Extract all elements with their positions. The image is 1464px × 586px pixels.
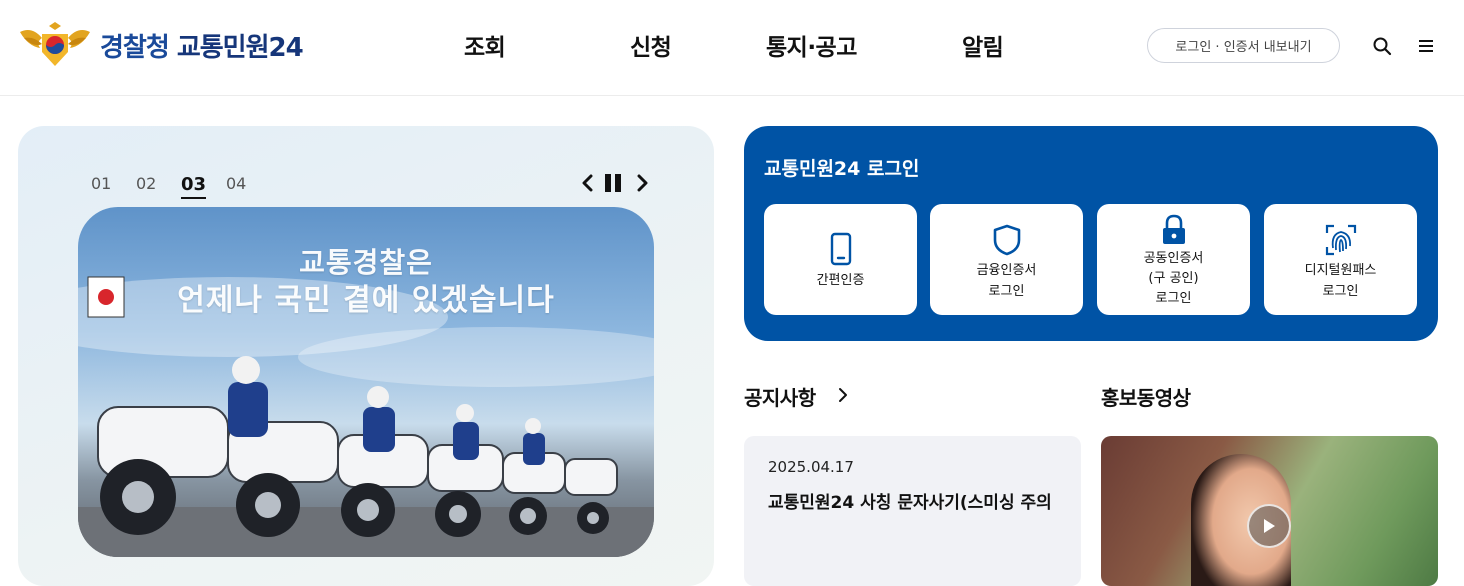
fingerprint-icon [1325,224,1356,256]
nav-item-inquiry[interactable]: 조회 [464,28,506,62]
nav-item-notice-announce[interactable]: 통지·공고 [766,28,857,62]
banner-image-traffic-police[interactable]: 교통경찰은 언제나 국민 곁에 있겠습니다 [78,207,654,557]
smartphone-icon [830,232,851,266]
chevron-right-icon[interactable] [836,386,854,406]
notice-list-item[interactable]: 2025.04.17 교통민원24 사칭 문자사기(스미싱 주의 [744,436,1081,586]
login-cert-export-button[interactable]: 로그인 · 인증서 내보내기 [1147,28,1340,63]
chevron-left-icon[interactable] [576,170,598,196]
site-header: 경찰청 교통민원24 조회 신청 통지·공고 알림 로그인 · 인증서 내보내기 [0,0,1464,96]
digital-onepass-label: 디지털원패스 로그인 [1304,263,1377,299]
simple-auth-login-button[interactable]: 간편인증 [764,204,917,315]
slide-tab-01[interactable]: 01 [91,174,136,195]
video-section-title: 홍보동영상 [1101,386,1191,410]
financial-cert-login-button[interactable]: 금융인증서 로그인 [930,204,1083,315]
slide-controls [576,170,656,196]
simple-auth-label: 간편인증 [816,273,865,288]
slide-tab-02[interactable]: 02 [136,174,181,195]
notice-title: 교통민원24 사칭 문자사기(스미싱 주의 [768,493,1052,513]
notice-section-title[interactable]: 공지사항 [744,382,816,411]
hamburger-menu-icon[interactable] [1414,34,1438,58]
notice-date: 2025.04.17 [768,458,854,476]
pause-icon[interactable] [602,170,624,196]
search-icon[interactable] [1370,34,1394,58]
login-panel: 교통민원24 로그인 간편인증 금융인증서 로그인 공동인증서 (구 공인) 로… [744,126,1438,341]
play-icon[interactable] [1247,504,1291,548]
joint-cert-label: 공동인증서 (구 공인) 로그인 [1143,251,1204,306]
financial-cert-label: 금융인증서 로그인 [976,263,1037,299]
slide-pagination: 01 02 03 04 [91,174,271,199]
nav-item-alerts[interactable]: 알림 [962,28,1004,62]
login-panel-title: 교통민원24 로그인 [764,158,920,180]
banner-headline-2: 언제나 국민 곁에 있겠습니다 [177,283,555,318]
digital-onepass-login-button[interactable]: 디지털원패스 로그인 [1264,204,1417,315]
lock-icon [1162,214,1185,244]
nav-item-apply[interactable]: 신청 [630,28,672,62]
joint-cert-login-button[interactable]: 공동인증서 (구 공인) 로그인 [1097,204,1250,315]
main-banner-slider: 01 02 03 04 교통경찰은 언제나 국민 곁에 있겠습니다 [18,126,714,586]
slide-tab-04[interactable]: 04 [226,174,271,195]
chevron-right-icon[interactable] [632,170,654,196]
slide-tab-03[interactable]: 03 [181,174,226,199]
promo-video-thumbnail[interactable] [1101,436,1438,586]
shield-icon [993,224,1020,256]
